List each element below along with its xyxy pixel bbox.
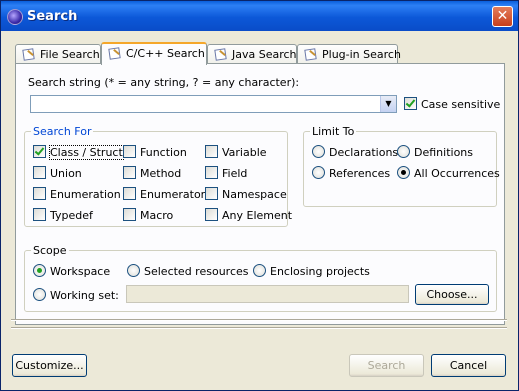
checkbox-icon xyxy=(123,187,136,200)
checkbox-icon xyxy=(404,97,417,110)
search-dialog: Search ✕ File Search C/C++ Search Java S… xyxy=(0,0,519,391)
radio-icon xyxy=(33,288,46,301)
search-string-label: Search string (* = any string, ? = any c… xyxy=(28,76,300,89)
radio-icon xyxy=(312,166,325,179)
scope-workspace[interactable]: Workspace xyxy=(33,264,110,278)
radio-icon xyxy=(397,166,410,179)
limit-to-group: Limit To Declarations Definitions Refere… xyxy=(303,125,500,207)
window-title: Search xyxy=(27,9,78,24)
customize-button[interactable]: Customize... xyxy=(12,354,87,377)
tab-cpp-search[interactable]: C/C++ Search xyxy=(101,42,207,65)
tab-plugin-search[interactable]: Plug-in Search xyxy=(297,44,401,64)
search-button[interactable]: Search xyxy=(349,354,424,377)
search-for-class-struct[interactable]: Class / Struct xyxy=(33,145,124,160)
checkbox-icon xyxy=(123,166,136,179)
scope-title: Scope xyxy=(31,244,69,257)
search-for-union[interactable]: Union xyxy=(33,166,82,180)
checkbox-icon xyxy=(205,208,218,221)
radio-icon xyxy=(253,264,266,277)
limit-to-all-occurrences[interactable]: All Occurrences xyxy=(397,166,500,180)
search-for-group: Search For Class / Struct Function Varia… xyxy=(24,125,292,227)
scope-enclosing-projects[interactable]: Enclosing projects xyxy=(253,264,370,278)
checkbox-icon xyxy=(33,187,46,200)
tab-file-search[interactable]: File Search xyxy=(15,44,101,64)
cancel-button[interactable]: Cancel xyxy=(431,354,506,377)
eclipse-icon xyxy=(7,9,23,25)
search-for-macro[interactable]: Macro xyxy=(123,208,173,222)
search-for-namespace[interactable]: Namespace xyxy=(205,187,287,201)
search-for-variable[interactable]: Variable xyxy=(205,145,267,159)
scope-working-set[interactable]: Working set: xyxy=(33,288,119,302)
search-for-method[interactable]: Method xyxy=(123,166,181,180)
flashlight-icon xyxy=(108,47,122,59)
plugin-search-icon xyxy=(304,48,318,60)
radio-icon xyxy=(397,145,410,158)
radio-icon xyxy=(312,145,325,158)
choose-button[interactable]: Choose... xyxy=(415,284,489,305)
working-set-field xyxy=(126,285,409,303)
search-for-title: Search For xyxy=(31,125,94,138)
case-sensitive-checkbox[interactable]: Case sensitive xyxy=(404,97,500,111)
limit-to-declarations[interactable]: Declarations xyxy=(312,145,398,159)
checkbox-icon xyxy=(123,145,136,158)
limit-to-references[interactable]: References xyxy=(312,166,390,180)
separator-bottom xyxy=(11,327,507,329)
radio-icon xyxy=(127,264,140,277)
search-for-enumeration[interactable]: Enumeration xyxy=(33,187,121,201)
search-file-icon xyxy=(22,48,36,60)
limit-to-title: Limit To xyxy=(310,125,357,138)
chevron-down-icon[interactable]: ▼ xyxy=(380,96,396,112)
search-string-combo[interactable]: ▼ xyxy=(30,95,397,113)
checkbox-icon xyxy=(33,208,46,221)
search-for-field[interactable]: Field xyxy=(205,166,247,180)
checkbox-icon xyxy=(33,145,46,158)
separator-top xyxy=(11,319,507,321)
checkbox-icon xyxy=(33,166,46,179)
scope-selected-resources[interactable]: Selected resources xyxy=(127,264,249,278)
search-for-function[interactable]: Function xyxy=(123,145,187,159)
radio-icon xyxy=(33,264,46,277)
search-for-enumerator[interactable]: Enumerator xyxy=(123,187,205,201)
java-search-icon xyxy=(214,48,228,60)
tab-java-search[interactable]: Java Search xyxy=(207,44,297,64)
checkbox-icon xyxy=(205,166,218,179)
limit-to-definitions[interactable]: Definitions xyxy=(397,145,473,159)
checkbox-icon xyxy=(205,187,218,200)
close-button[interactable]: ✕ xyxy=(492,6,513,27)
checkbox-icon xyxy=(123,208,136,221)
checkbox-icon xyxy=(205,145,218,158)
search-for-typedef[interactable]: Typedef xyxy=(33,208,93,222)
title-bar[interactable]: Search ✕ xyxy=(1,1,518,31)
search-for-any-element[interactable]: Any Element xyxy=(205,208,292,222)
